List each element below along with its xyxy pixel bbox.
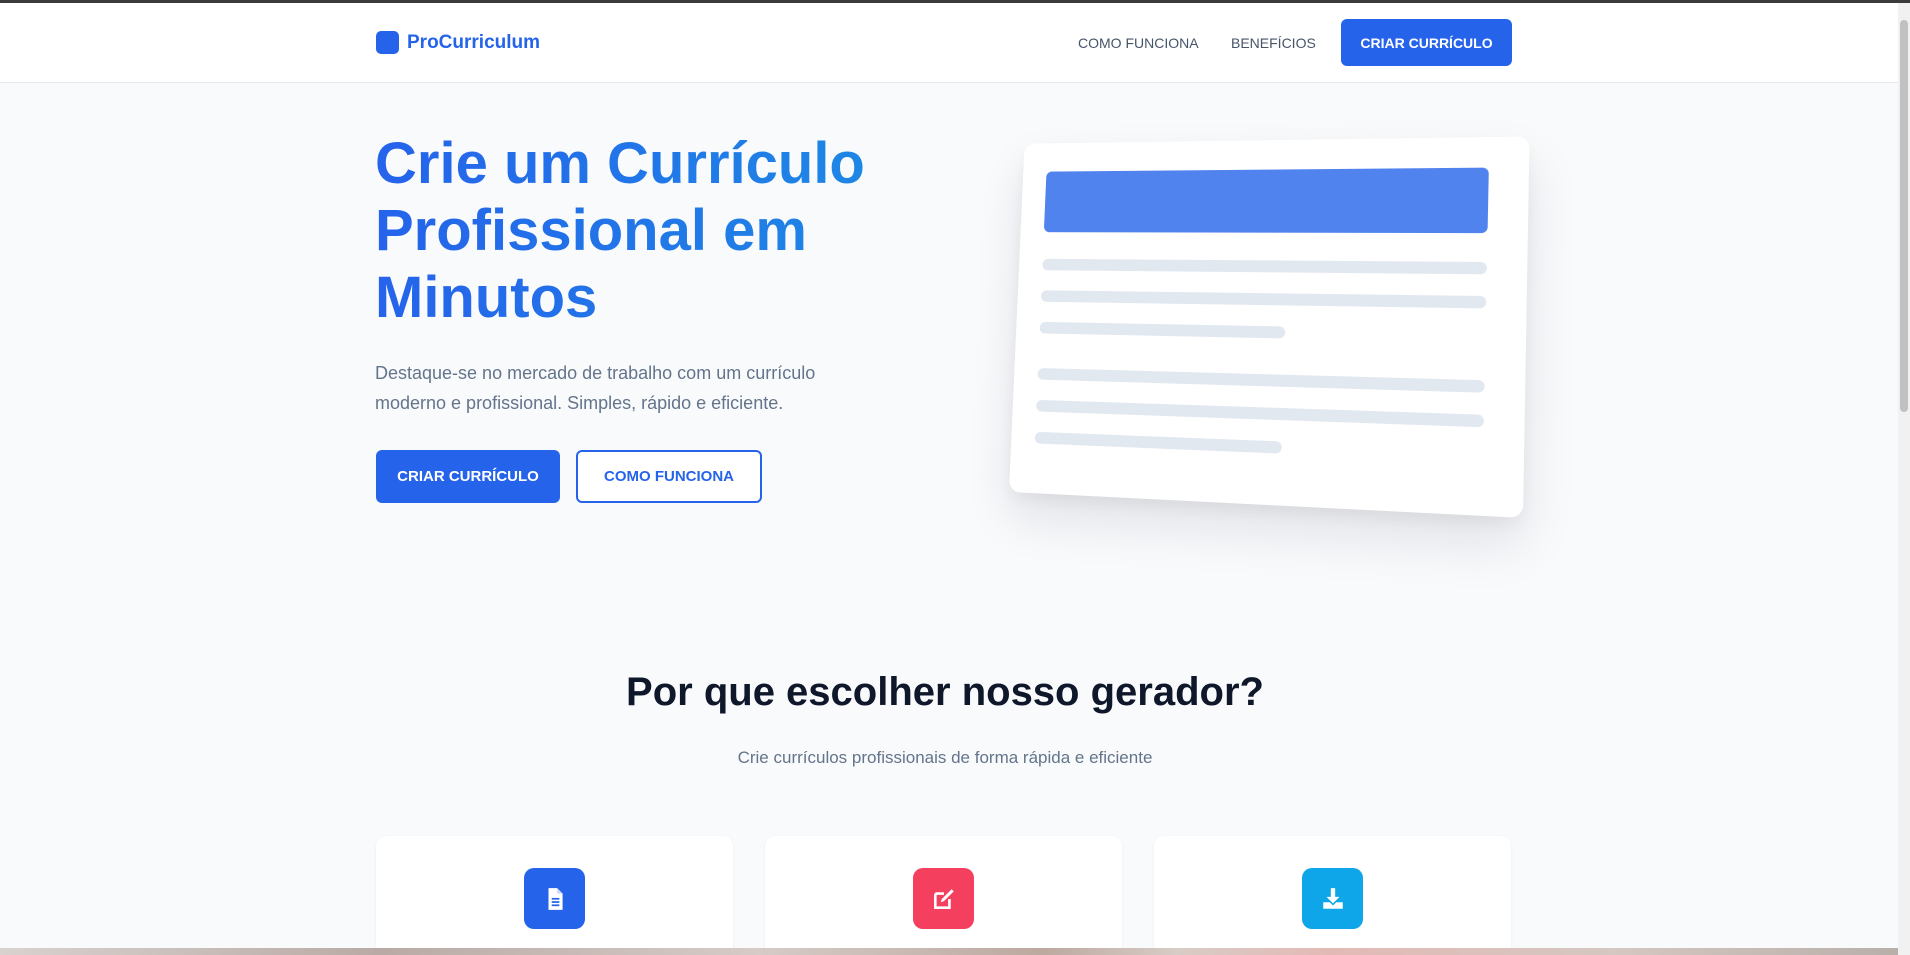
mockup-text-line — [1036, 400, 1484, 427]
download-icon — [1302, 868, 1363, 929]
document-icon — [524, 868, 585, 929]
hero-title: Crie um Currículo Profissional em Minuto… — [375, 130, 935, 331]
mockup-header-bar — [1044, 168, 1489, 234]
mockup-text-line — [1041, 290, 1487, 308]
nav-link-benefits[interactable]: BENEFÍCIOS — [1231, 35, 1316, 51]
edit-icon — [913, 868, 974, 929]
create-resume-button[interactable]: CRIAR CURRÍCULO — [376, 450, 560, 503]
mockup-text-line — [1039, 322, 1285, 339]
features-title: Por que escolher nosso gerador? — [0, 670, 1890, 715]
logo-icon — [376, 31, 399, 54]
mockup-text-line — [1037, 368, 1484, 393]
site-header: ProCurriculum COMO FUNCIONA BENEFÍCIOS C… — [0, 3, 1898, 83]
hero-subtitle: Destaque-se no mercado de trabalho com u… — [375, 358, 875, 418]
background-image-strip — [0, 948, 1898, 955]
mockup-text-line — [1035, 432, 1282, 454]
how-it-works-button[interactable]: COMO FUNCIONA — [576, 450, 762, 503]
scrollbar-thumb[interactable] — [1900, 20, 1908, 412]
feature-card — [1154, 836, 1511, 955]
mockup-text-line — [1042, 259, 1487, 275]
resume-mockup-illustration — [1009, 136, 1530, 517]
feature-card — [765, 836, 1122, 955]
nav-create-resume-button[interactable]: CRIAR CURRÍCULO — [1341, 19, 1512, 66]
logo-text: ProCurriculum — [407, 32, 540, 54]
feature-card — [376, 836, 733, 955]
features-subtitle: Crie currículos profissionais de forma r… — [0, 748, 1890, 768]
logo[interactable]: ProCurriculum — [376, 31, 540, 54]
nav-link-how-it-works[interactable]: COMO FUNCIONA — [1078, 35, 1199, 51]
